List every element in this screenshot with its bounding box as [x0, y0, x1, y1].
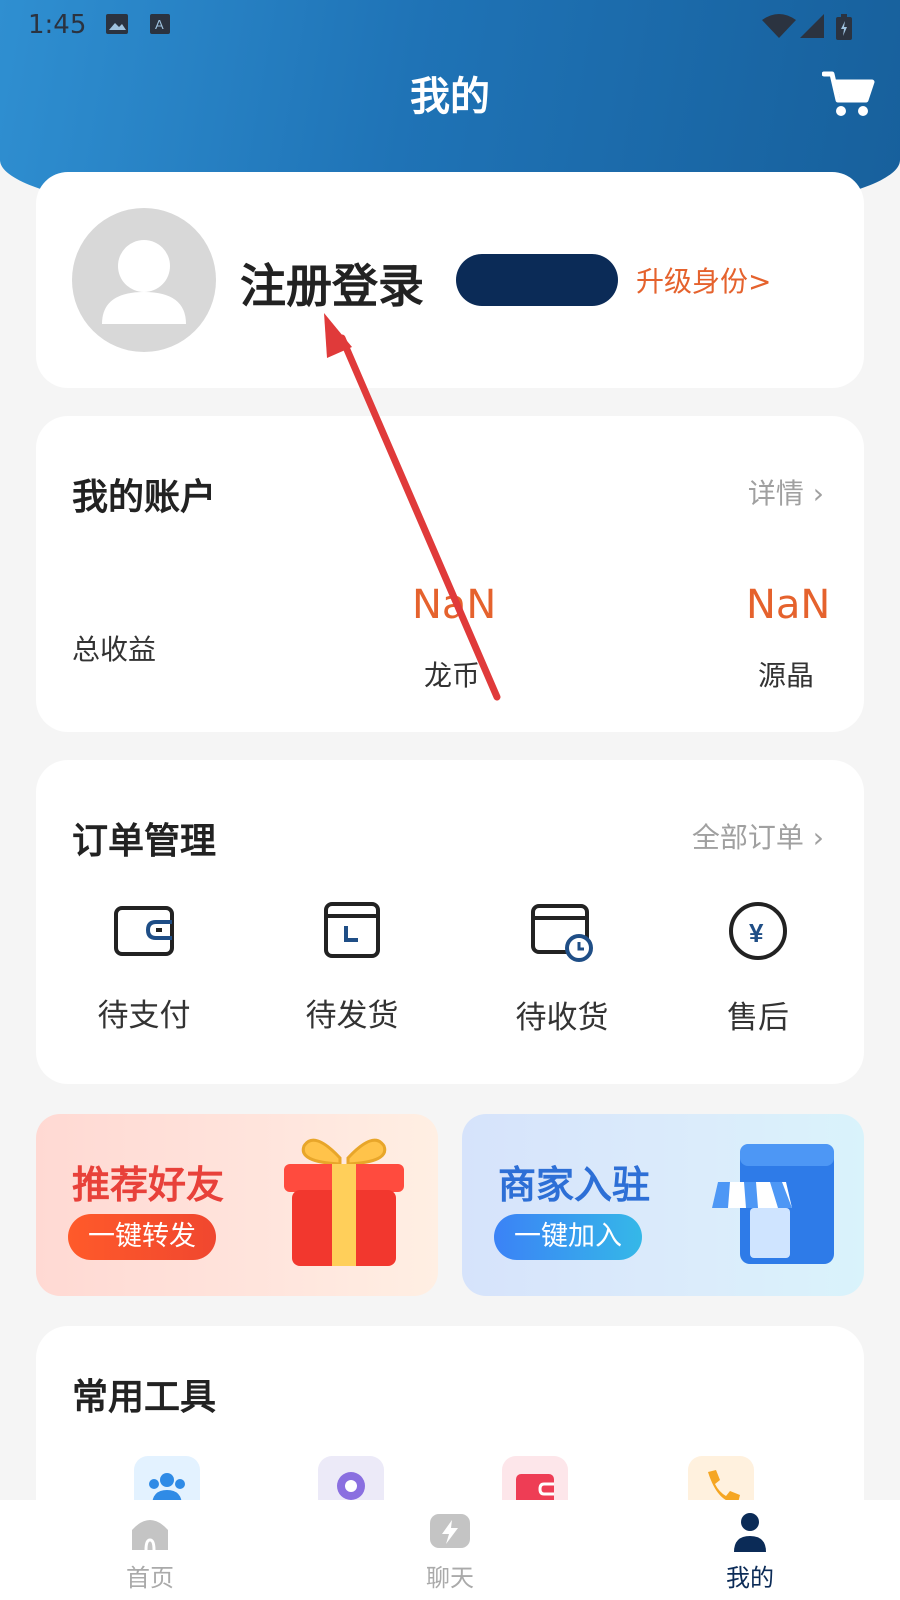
- battery-icon: [836, 14, 852, 40]
- tool-wallet[interactable]: [502, 1456, 568, 1506]
- status-time: 1:45: [28, 10, 87, 40]
- avatar[interactable]: [72, 208, 216, 352]
- page-title: 我的: [410, 74, 490, 120]
- pending-receipt-label: 待收货: [515, 1000, 609, 1036]
- team-icon: [149, 1473, 185, 1506]
- pending-payment-label: 待支付: [97, 998, 191, 1034]
- gallery-notification-icon: [106, 14, 128, 34]
- account-title: 我的账户: [72, 477, 217, 518]
- order-pending-receipt[interactable]: 待收货: [482, 900, 642, 1050]
- tab-chat[interactable]: 聊天: [390, 1512, 510, 1593]
- account-detail-link[interactable]: 详情 ›: [748, 472, 824, 512]
- tab-home[interactable]: 首页: [90, 1512, 210, 1593]
- pending-shipment-label: 待发货: [305, 998, 399, 1034]
- tool-phone[interactable]: [688, 1456, 754, 1506]
- calendar-clock-icon: [531, 904, 593, 962]
- chevron-right-icon: ›: [812, 821, 824, 854]
- wifi-icon: [762, 14, 796, 38]
- order-pending-shipment[interactable]: 待发货: [272, 900, 432, 1050]
- all-orders-link[interactable]: 全部订单 ›: [692, 816, 824, 856]
- tab-chat-label: 聊天: [426, 1564, 474, 1592]
- orders-title: 订单管理: [72, 821, 217, 862]
- tool-location[interactable]: [318, 1456, 384, 1506]
- default-avatar-icon: [102, 240, 186, 324]
- dragon-coin-value: NaN: [412, 582, 497, 628]
- share-button[interactable]: 一键转发: [68, 1214, 216, 1260]
- orders-card: 订单管理 全部订单 › 待支付 待发货 待收货 ¥ 售后: [36, 760, 864, 1084]
- chat-icon: [430, 1514, 470, 1548]
- chevron-right-icon: ›: [812, 477, 824, 510]
- shop-icon: [712, 1144, 834, 1264]
- account-detail-label: 详情: [747, 477, 804, 510]
- gift-icon: [284, 1138, 404, 1266]
- wallet-icon: [114, 906, 174, 956]
- upgrade-identity-link[interactable]: 升级身份>: [636, 260, 771, 300]
- all-orders-label: 全部订单: [691, 821, 804, 854]
- tab-home-label: 首页: [126, 1564, 174, 1592]
- refer-friend-banner[interactable]: 推荐好友 一键转发: [36, 1114, 438, 1296]
- home-icon: [132, 1520, 168, 1551]
- after-sales-label: 售后: [727, 1000, 789, 1036]
- join-button[interactable]: 一键加入: [494, 1214, 642, 1260]
- bottom-tab-bar: 首页 聊天 我的: [0, 1500, 900, 1600]
- cart-icon[interactable]: [822, 68, 876, 118]
- identity-badge: [456, 254, 618, 306]
- refer-friend-title: 推荐好友: [72, 1163, 225, 1207]
- total-earnings-label: 总收益: [72, 633, 157, 666]
- crystal-label: 源晶: [758, 659, 815, 692]
- phone-icon: [708, 1470, 740, 1504]
- merchant-join-title: 商家入驻: [498, 1163, 651, 1207]
- profile-card: 注册登录 升级身份>: [36, 172, 864, 388]
- order-pending-payment[interactable]: 待支付: [64, 900, 224, 1050]
- tools-card: 常用工具: [36, 1326, 864, 1506]
- svg-text:A: A: [155, 17, 164, 32]
- signal-icon: [800, 14, 824, 38]
- tools-title: 常用工具: [72, 1377, 217, 1418]
- tab-mine[interactable]: 我的: [690, 1512, 810, 1593]
- wallet-icon: [516, 1474, 554, 1506]
- svg-text:¥: ¥: [749, 918, 764, 948]
- order-after-sales[interactable]: ¥ 售后: [678, 900, 838, 1050]
- crystal-value: NaN: [746, 582, 831, 628]
- tool-team[interactable]: [134, 1456, 200, 1506]
- merchant-join-banner[interactable]: 商家入驻 一键加入: [462, 1114, 864, 1296]
- keyboard-notification-icon: A: [150, 14, 170, 34]
- tab-mine-label: 我的: [726, 1564, 774, 1592]
- location-icon: [337, 1472, 365, 1500]
- register-login-link[interactable]: 注册登录: [240, 250, 424, 316]
- account-card: 我的账户 详情 › 总收益 NaN 龙币 NaN 源晶: [36, 416, 864, 732]
- status-bar: 1:45 A: [0, 0, 900, 50]
- package-icon: [324, 902, 380, 958]
- yen-icon: ¥: [729, 902, 787, 960]
- dragon-coin-label: 龙币: [424, 659, 481, 692]
- user-icon: [734, 1513, 766, 1552]
